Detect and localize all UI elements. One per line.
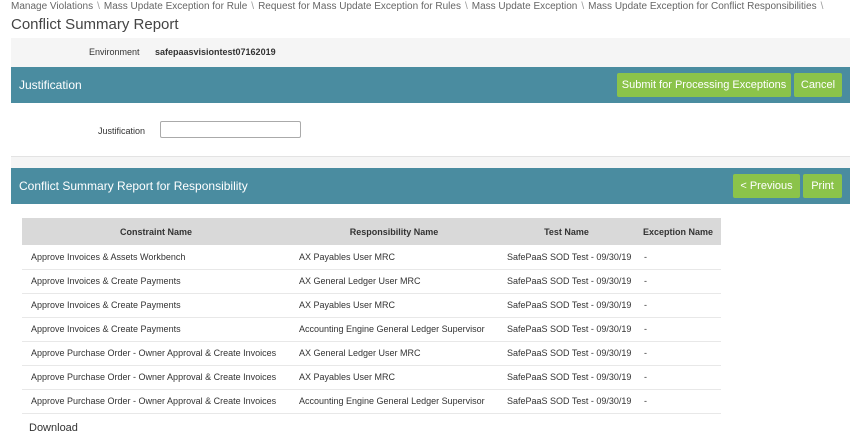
- environment-label: Environment: [89, 47, 140, 57]
- cancel-button[interactable]: Cancel: [794, 73, 842, 97]
- cell-constraint-name: Approve Invoices & Assets Workbench: [22, 245, 290, 270]
- cell-constraint-name: Approve Invoices & Create Payments: [22, 269, 290, 294]
- download-link[interactable]: Download: [29, 422, 78, 434]
- table-header-row: Constraint Name Responsibility Name Test…: [22, 218, 721, 245]
- table-row[interactable]: Approve Invoices & Assets Workbench AX P…: [22, 245, 721, 270]
- environment-value: safepaasvisiontest07162019: [155, 47, 276, 57]
- table-row[interactable]: Approve Purchase Order - Owner Approval …: [22, 365, 721, 390]
- table-row[interactable]: Approve Purchase Order - Owner Approval …: [22, 389, 721, 414]
- cell-responsibility-name: AX Payables User MRC: [290, 365, 498, 390]
- cell-constraint-name: Approve Invoices & Create Payments: [22, 317, 290, 342]
- cell-responsibility-name: Accounting Engine General Ledger Supervi…: [290, 317, 498, 342]
- table-row[interactable]: Approve Invoices & Create Payments AX Ge…: [22, 269, 721, 294]
- breadcrumb-manage-violations[interactable]: Manage Violations: [11, 1, 93, 12]
- cell-test-name: SafePaaS SOD Test - 09/30/19: [498, 293, 635, 318]
- cell-exception-name: -: [635, 317, 721, 342]
- cell-exception-name: -: [635, 341, 721, 366]
- cell-exception-name: -: [635, 293, 721, 318]
- cell-responsibility-name: AX General Ledger User MRC: [290, 269, 498, 294]
- cell-responsibility-name: AX Payables User MRC: [290, 245, 498, 270]
- cell-exception-name: -: [635, 365, 721, 390]
- cell-test-name: SafePaaS SOD Test - 09/30/19: [498, 389, 635, 414]
- cell-test-name: SafePaaS SOD Test - 09/30/19: [498, 245, 635, 270]
- breadcrumb-separator: \: [820, 1, 824, 12]
- report-panel-title: Conflict Summary Report for Responsibili…: [19, 179, 248, 193]
- breadcrumb-separator: \: [97, 1, 100, 12]
- cell-test-name: SafePaaS SOD Test - 09/30/19: [498, 341, 635, 366]
- cell-test-name: SafePaaS SOD Test - 09/30/19: [498, 317, 635, 342]
- column-header-test-name[interactable]: Test Name: [498, 218, 635, 245]
- cell-constraint-name: Approve Purchase Order - Owner Approval …: [22, 341, 290, 366]
- column-header-responsibility-name[interactable]: Responsibility Name: [290, 218, 498, 245]
- breadcrumb: Manage Violations \ Mass Update Exception …: [11, 1, 827, 12]
- cell-constraint-name: Approve Invoices & Create Payments: [22, 293, 290, 318]
- print-button[interactable]: Print: [803, 174, 842, 198]
- cell-responsibility-name: AX Payables User MRC: [290, 293, 498, 318]
- table-row[interactable]: Approve Invoices & Create Payments Accou…: [22, 317, 721, 342]
- justification-field-label: Justification: [98, 126, 146, 136]
- cell-responsibility-name: Accounting Engine General Ledger Supervi…: [290, 389, 498, 414]
- cell-constraint-name: Approve Purchase Order - Owner Approval …: [22, 389, 290, 414]
- cell-test-name: SafePaaS SOD Test - 09/30/19: [498, 269, 635, 294]
- breadcrumb-separator: \: [581, 1, 585, 12]
- breadcrumb-separator: \: [251, 1, 255, 12]
- page-title: Conflict Summary Report: [11, 16, 179, 33]
- cell-constraint-name: Approve Purchase Order - Owner Approval …: [22, 365, 290, 390]
- cell-exception-name: -: [635, 389, 721, 414]
- justification-panel-body: Justification: [11, 103, 850, 157]
- cell-responsibility-name: AX General Ledger User MRC: [290, 341, 498, 366]
- cell-exception-name: -: [635, 269, 721, 294]
- breadcrumb-separator: \: [464, 1, 468, 12]
- cell-exception-name: -: [635, 245, 721, 270]
- justification-panel-header: Justification Submit for Processing Exce…: [11, 67, 850, 103]
- previous-button[interactable]: < Previous: [733, 174, 800, 198]
- cell-test-name: SafePaaS SOD Test - 09/30/19: [498, 365, 635, 390]
- table-row[interactable]: Approve Invoices & Create Payments AX Pa…: [22, 293, 721, 318]
- report-panel-header: Conflict Summary Report for Responsibili…: [11, 168, 850, 204]
- justification-input[interactable]: [160, 121, 301, 138]
- justification-panel-title: Justification: [19, 78, 82, 92]
- panel-divider: [11, 157, 850, 168]
- submit-for-processing-button[interactable]: Submit for Processing Exceptions: [617, 73, 791, 97]
- environment-row: Environment safepaasvisiontest07162019: [11, 38, 850, 67]
- column-header-exception-name[interactable]: Exception Name: [635, 218, 721, 245]
- conflict-summary-table: Constraint Name Responsibility Name Test…: [22, 218, 721, 414]
- breadcrumb-mass-update-exception[interactable]: Mass Update Exception: [472, 1, 578, 12]
- table-row[interactable]: Approve Purchase Order - Owner Approval …: [22, 341, 721, 366]
- breadcrumb-mass-update-exception-conflict[interactable]: Mass Update Exception for Conflict Respo…: [588, 1, 816, 12]
- breadcrumb-request-for-mass-update[interactable]: Request for Mass Update Exception for Ru…: [258, 1, 461, 12]
- column-header-constraint-name[interactable]: Constraint Name: [22, 218, 290, 245]
- breadcrumb-mass-update-exception-for-rule[interactable]: Mass Update Exception for Rule: [104, 1, 247, 12]
